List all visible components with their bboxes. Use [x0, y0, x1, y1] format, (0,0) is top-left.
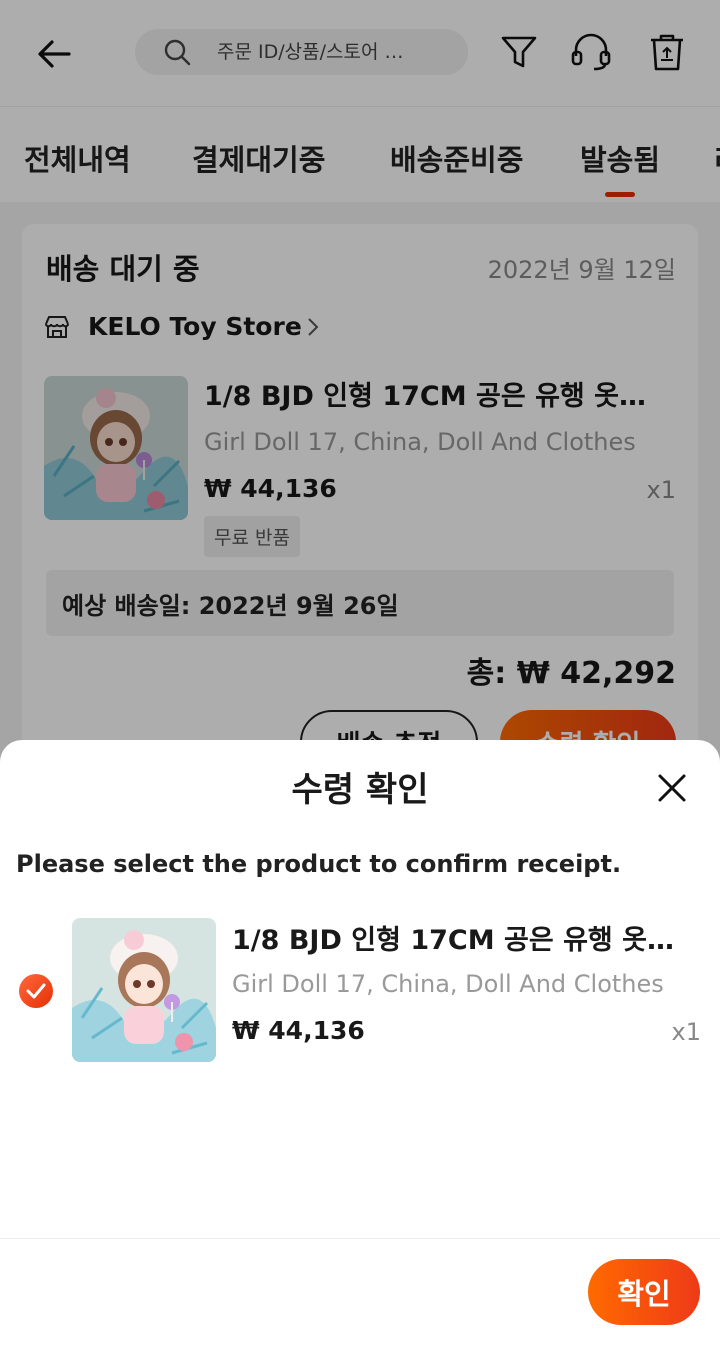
- confirm-receipt-sheet: 수령 확인 Please select the product to confi…: [0, 740, 720, 1345]
- sheet-product-quantity: x1: [671, 1018, 701, 1046]
- sheet-product-price: ₩ 44,136: [232, 1016, 365, 1045]
- sheet-footer: 확인: [0, 1238, 720, 1345]
- confirm-button[interactable]: 확인: [588, 1259, 700, 1325]
- sheet-title: 수령 확인: [291, 770, 429, 810]
- sheet-description: Please select the product to confirm rec…: [16, 850, 622, 878]
- product-checkbox[interactable]: [19, 974, 53, 1008]
- close-button[interactable]: [648, 764, 696, 812]
- sheet-product-image: [72, 918, 216, 1062]
- sheet-product-attributes: Girl Doll 17, China, Doll And Clothes: [232, 970, 664, 998]
- doll-image: [72, 918, 216, 1062]
- close-icon: [658, 774, 686, 802]
- sheet-product-title: 1/8 BJD 인형 17CM 공은 유행 옷…: [232, 925, 675, 956]
- checkmark-icon: [26, 983, 46, 999]
